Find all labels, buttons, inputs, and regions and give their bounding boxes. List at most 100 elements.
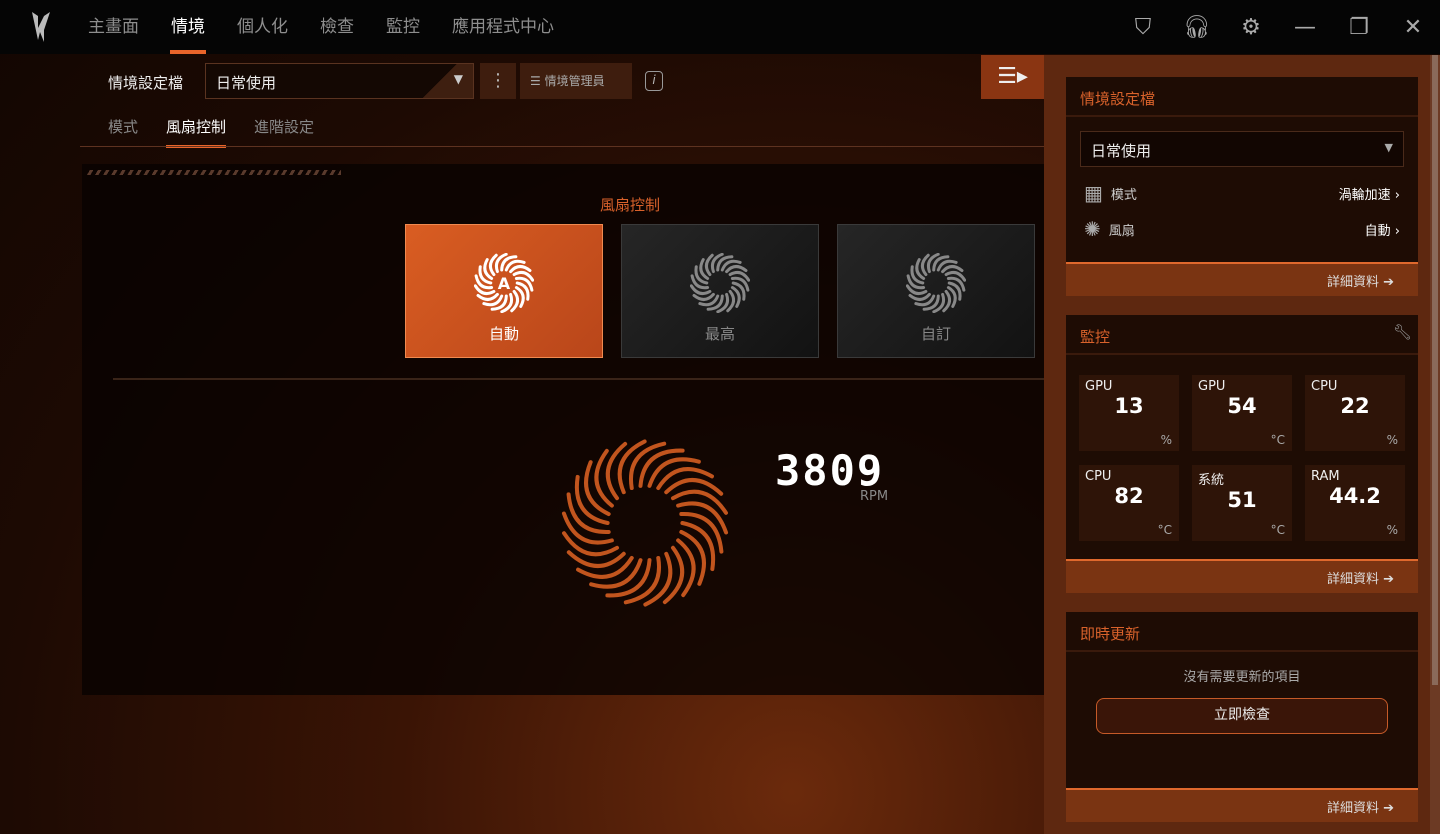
list-icon: ☰: [530, 74, 545, 88]
fan-label: 風扇: [1108, 223, 1135, 239]
fan-value: 自動: [1364, 223, 1391, 239]
tile-value: 13: [1114, 394, 1144, 418]
monitor-tile: CPU 82 °C: [1079, 465, 1179, 541]
tile-value: 51: [1227, 488, 1257, 512]
profile-manager-button[interactable]: ☰ 情境管理員: [520, 63, 632, 99]
minimize-icon[interactable]: —: [1278, 15, 1332, 40]
mode-row[interactable]: ▦ 模式 渦輪加速 ›: [1066, 175, 1418, 211]
chevron-down-icon: ▼: [1384, 141, 1393, 154]
tile-name: GPU: [1085, 379, 1113, 394]
gear-icon[interactable]: ⚙: [1224, 15, 1278, 40]
profile-select-value: 日常使用: [216, 74, 277, 92]
details-label: 詳細資料: [1326, 572, 1379, 587]
update-panel: 即時更新 沒有需要更新的項目 立即檢查: [1066, 612, 1418, 788]
nav-app-center[interactable]: 應用程式中心: [436, 0, 570, 54]
profile-panel-title: 情境設定檔: [1066, 77, 1418, 117]
fan-row[interactable]: ✺ 風扇 自動 ›: [1066, 211, 1418, 247]
tile-name: GPU: [1198, 379, 1226, 394]
fan-rpm-value: 3809: [775, 446, 885, 495]
tab-fan-control[interactable]: 風扇控制: [152, 108, 240, 148]
monitor-panel-title: 監控 🔧︎: [1066, 315, 1418, 355]
sidebar-profile-select[interactable]: 日常使用 ▼: [1080, 131, 1404, 167]
fan-blade: [725, 265, 748, 274]
profile-select[interactable]: 日常使用 ▼: [205, 63, 474, 99]
fan-custom-label: 自訂: [920, 325, 951, 343]
chevron-right-icon: ›: [1394, 187, 1400, 203]
tile-name: RAM: [1311, 469, 1340, 484]
profile-manager-label: 情境管理員: [544, 74, 605, 88]
update-details-link[interactable]: 詳細資料 ➔: [1066, 788, 1418, 822]
decorative-stripe: [86, 170, 341, 175]
sidebar-scrollbar[interactable]: [1430, 55, 1440, 834]
fan-control-title: 風扇控制: [600, 196, 661, 214]
tab-advanced[interactable]: 進階設定: [240, 108, 328, 145]
fan-blade: [509, 265, 532, 274]
arrow-right-icon: ➔: [1383, 801, 1394, 816]
monitor-details-link[interactable]: 詳細資料 ➔: [1066, 559, 1418, 593]
fan-auto-icon: A: [473, 252, 535, 314]
collapse-sidebar-button[interactable]: ☰▸: [981, 55, 1044, 99]
restore-icon[interactable]: ❐: [1332, 15, 1386, 40]
fan-blade: [656, 467, 714, 491]
check-now-button[interactable]: 立即檢查: [1096, 698, 1388, 734]
fan-custom-icon: [905, 252, 967, 314]
fan-blade: [692, 292, 715, 301]
fan-blade: [941, 265, 964, 274]
fan-max-label: 最高: [704, 325, 735, 343]
tile-name: CPU: [1085, 469, 1112, 484]
monitor-panel: 監控 🔧︎ GPU 13% GPU 54 °C CPU 22% CPU 82 °C 系統 51 °C RAM…: [1066, 315, 1418, 559]
section-divider: [113, 378, 1044, 380]
close-icon[interactable]: ✕: [1386, 15, 1440, 40]
monitor-tile: GPU 13%: [1079, 375, 1179, 451]
details-label: 詳細資料: [1326, 801, 1379, 816]
tile-unit: °C: [1157, 523, 1172, 537]
monitor-tile: RAM 44.2%: [1305, 465, 1405, 541]
fan-auto-button[interactable]: A 自動: [405, 224, 603, 358]
chevron-down-icon: ▼: [423, 64, 473, 98]
update-panel-title: 即時更新: [1066, 612, 1418, 652]
tab-divider: [80, 146, 1044, 147]
title-bar: 主畫面 情境 個人化 檢查 監控 應用程式中心 ⛉ 🎧︎ ⚙ — ❐ ✕: [0, 0, 1440, 54]
nav-personalize[interactable]: 個人化: [221, 0, 304, 54]
fan-max-icon: [689, 252, 751, 314]
fan-icon: ✺: [1084, 217, 1101, 241]
info-icon[interactable]: i: [645, 71, 663, 91]
tab-mode[interactable]: 模式: [94, 108, 152, 145]
fan-auto-label: 自動: [488, 325, 519, 343]
fan-rpm-unit: RPM: [860, 489, 889, 504]
tile-unit: °C: [1270, 433, 1285, 447]
tile-name: 系統: [1198, 473, 1225, 488]
fan-blade: [476, 292, 499, 301]
arrow-right-icon: ➔: [1383, 275, 1394, 290]
no-update-message: 沒有需要更新的項目: [1183, 670, 1301, 685]
tile-value: 54: [1227, 394, 1257, 418]
monitor-tiles: GPU 13% GPU 54 °C CPU 22% CPU 82 °C 系統 51 °C RAM 44.2%: [1066, 355, 1418, 561]
nav-check[interactable]: 檢查: [304, 0, 370, 54]
monitor-title: 監控: [1080, 328, 1111, 346]
scrollbar-thumb[interactable]: [1432, 55, 1438, 685]
fan-blade: [908, 292, 931, 301]
fan-max-button[interactable]: 最高: [621, 224, 819, 358]
wrench-icon[interactable]: 🔧︎: [1393, 323, 1412, 341]
nav-home[interactable]: 主畫面: [72, 0, 155, 54]
profile-panel: 情境設定檔 日常使用 ▼ ▦ 模式 渦輪加速 › ✺ 風扇 自動 ›: [1066, 77, 1418, 262]
auto-letter: A: [498, 274, 511, 293]
tile-value: 44.2: [1329, 484, 1381, 508]
shield-icon[interactable]: ⛉: [1116, 15, 1170, 40]
nav-scenario[interactable]: 情境: [155, 0, 221, 54]
profile-label: 情境設定檔: [108, 74, 184, 92]
nav-monitor[interactable]: 監控: [370, 0, 436, 54]
headset-icon[interactable]: 🎧︎: [1170, 15, 1224, 40]
more-menu-button[interactable]: ⋮: [480, 63, 516, 99]
profile-details-link[interactable]: 詳細資料 ➔: [1066, 262, 1418, 296]
tile-unit: %: [1386, 523, 1398, 537]
app-logo: [32, 12, 50, 42]
sub-tabs: 模式 風扇控制 進階設定: [94, 108, 328, 148]
mode-value: 渦輪加速: [1338, 187, 1391, 203]
tile-value: 22: [1340, 394, 1370, 418]
tile-unit: %: [1386, 433, 1398, 447]
tile-name: CPU: [1311, 379, 1338, 394]
fan-speed-graphic: [561, 439, 729, 607]
fan-custom-button[interactable]: 自訂: [837, 224, 1035, 358]
mode-label: 模式: [1110, 187, 1137, 203]
